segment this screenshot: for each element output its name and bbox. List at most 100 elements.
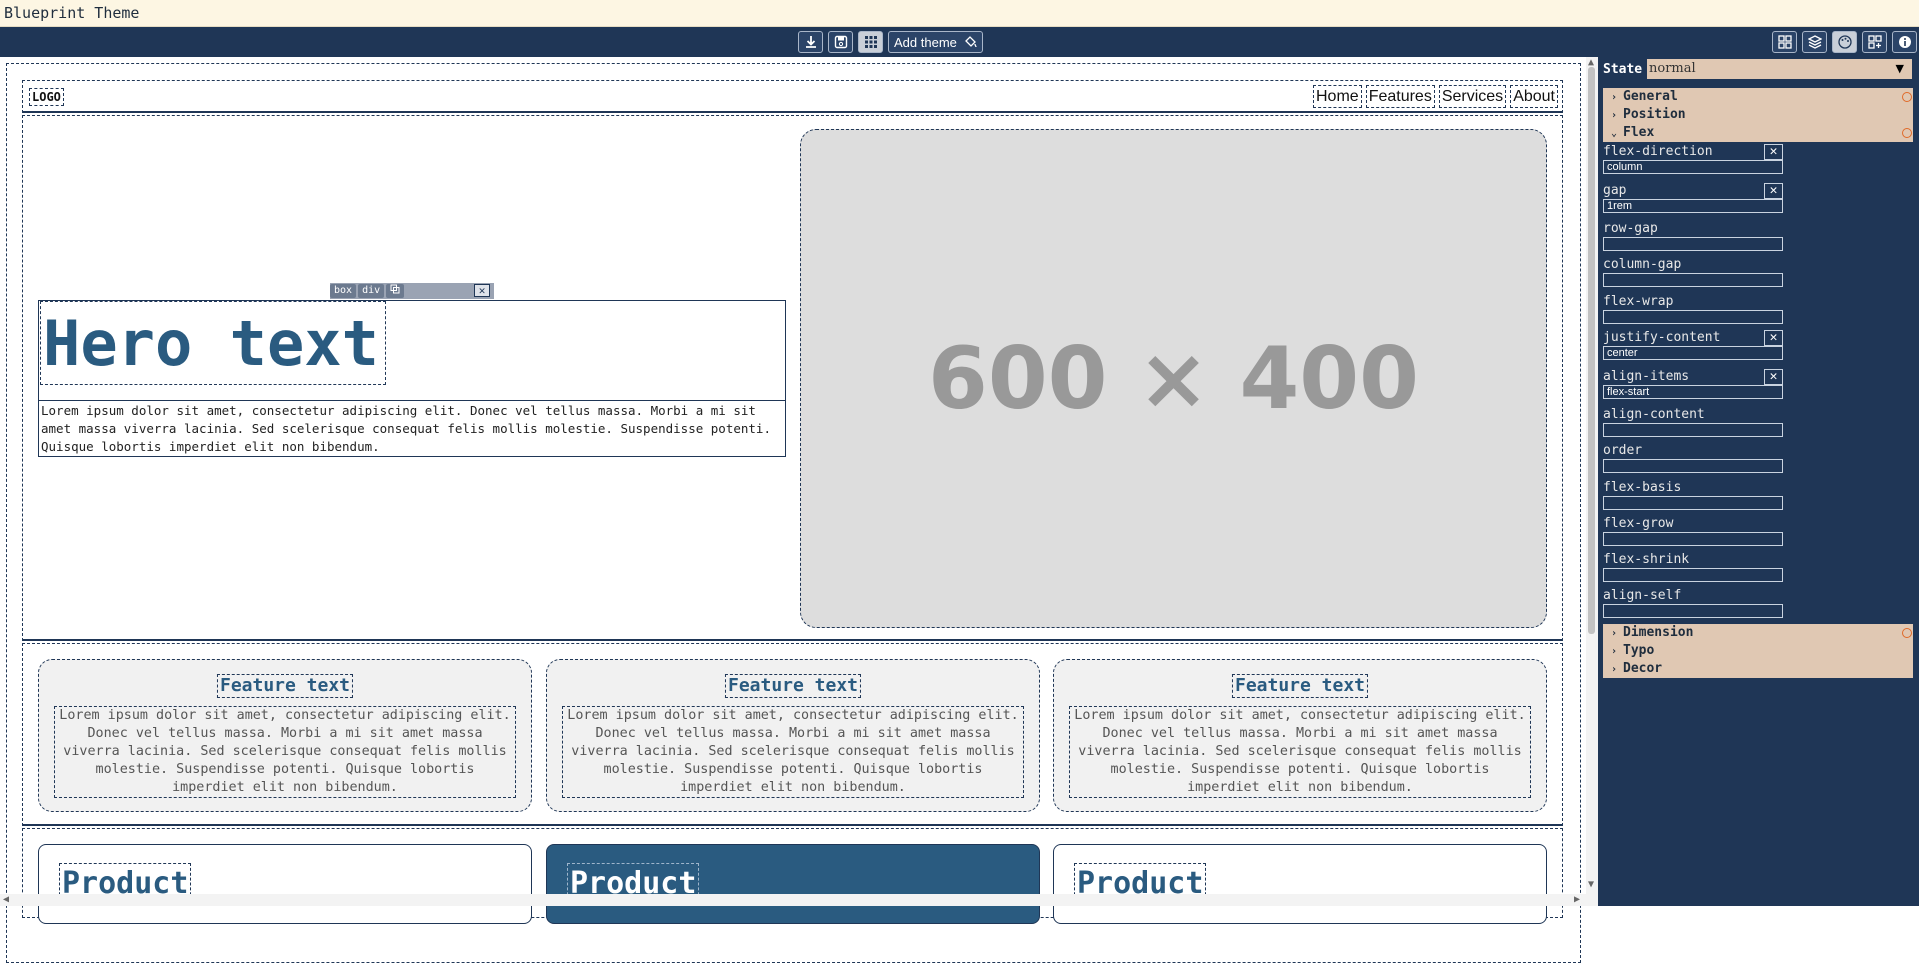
prop-gap: gap 1rem ✕ bbox=[1603, 183, 1783, 213]
hero-text-box[interactable]: Hero text Lorem ipsum dolor sit amet, co… bbox=[38, 300, 786, 457]
section-flex-label: Flex bbox=[1623, 125, 1655, 140]
close-icon[interactable]: ✕ bbox=[474, 284, 490, 297]
modified-dot-icon bbox=[1902, 128, 1912, 138]
feature-title[interactable]: Feature text bbox=[724, 674, 862, 698]
prop-align-items: align-items flex-start ✕ bbox=[1603, 369, 1783, 399]
palette-icon[interactable] bbox=[1832, 31, 1857, 53]
site-logo[interactable]: LOGO bbox=[29, 88, 64, 106]
prop-flex-shrink: flex-shrink bbox=[1603, 552, 1783, 582]
prop-input[interactable] bbox=[1603, 310, 1783, 324]
section-position-label: Position bbox=[1623, 107, 1686, 122]
clear-icon[interactable]: ✕ bbox=[1764, 369, 1783, 385]
chevron-down-icon: ▼ bbox=[1895, 62, 1904, 75]
chevron-right-icon: › bbox=[1611, 628, 1618, 639]
prop-align-self: align-self bbox=[1603, 588, 1783, 618]
scroll-left-icon[interactable]: ◀ bbox=[3, 895, 9, 905]
hero-image-placeholder[interactable]: 600 × 400 bbox=[800, 129, 1547, 628]
nav-home[interactable]: Home bbox=[1313, 85, 1362, 108]
prop-input[interactable] bbox=[1603, 459, 1783, 473]
site-header[interactable]: LOGO Home Features Services About bbox=[22, 80, 1563, 113]
feature-description[interactable]: Lorem ipsum dolor sit amet, consectetur … bbox=[1069, 706, 1531, 798]
layout-icon[interactable] bbox=[1772, 31, 1797, 53]
info-icon[interactable] bbox=[1892, 31, 1917, 53]
state-label: State bbox=[1603, 62, 1643, 77]
scrollbar-thumb[interactable] bbox=[1588, 67, 1595, 634]
prop-order: order bbox=[1603, 443, 1783, 473]
prop-label: flex-grow bbox=[1603, 516, 1674, 531]
prop-input[interactable] bbox=[1603, 532, 1783, 546]
duplicate-icon[interactable] bbox=[386, 284, 405, 298]
prop-label: flex-shrink bbox=[1603, 552, 1690, 567]
add-theme-button[interactable]: Add theme bbox=[888, 31, 983, 53]
prop-label: align-items bbox=[1603, 369, 1690, 384]
nav-services[interactable]: Services bbox=[1438, 85, 1507, 108]
prop-input[interactable]: flex-start bbox=[1603, 385, 1783, 399]
prop-flex-wrap: flex-wrap bbox=[1603, 294, 1783, 324]
section-dimension-label: Dimension bbox=[1623, 625, 1694, 640]
hero-description[interactable]: Lorem ipsum dolor sit amet, consectetur … bbox=[39, 400, 785, 457]
prop-label: flex-wrap bbox=[1603, 294, 1674, 309]
section-decor-label: Decor bbox=[1623, 661, 1663, 676]
prop-input[interactable] bbox=[1603, 273, 1783, 287]
nav-features[interactable]: Features bbox=[1365, 85, 1435, 108]
window-title: Blueprint Theme bbox=[0, 0, 1919, 27]
scroll-up-icon[interactable]: ▲ bbox=[1588, 58, 1594, 68]
section-flex[interactable]: ⌄ Flex bbox=[1603, 124, 1913, 142]
feature-card[interactable]: Feature text Lorem ipsum dolor sit amet,… bbox=[38, 659, 532, 812]
chevron-right-icon: › bbox=[1611, 664, 1618, 675]
section-position[interactable]: › Position bbox=[1603, 106, 1913, 124]
grid-icon[interactable] bbox=[858, 31, 883, 53]
scroll-down-icon[interactable]: ▼ bbox=[1588, 880, 1594, 890]
canvas-vertical-scrollbar[interactable] bbox=[1586, 57, 1598, 894]
prop-label: row-gap bbox=[1603, 221, 1658, 236]
prop-flex-grow: flex-grow bbox=[1603, 516, 1783, 546]
prop-input[interactable] bbox=[1603, 237, 1783, 251]
feature-description[interactable]: Lorem ipsum dolor sit amet, consectetur … bbox=[562, 706, 1024, 798]
prop-flex-direction: flex-direction column ✕ bbox=[1603, 144, 1783, 174]
prop-input[interactable] bbox=[1603, 496, 1783, 510]
chevron-right-icon: › bbox=[1611, 92, 1618, 103]
layers-icon[interactable] bbox=[1802, 31, 1827, 53]
nav-about[interactable]: About bbox=[1510, 85, 1558, 108]
selection-chip-div[interactable]: div bbox=[358, 284, 385, 298]
prop-input[interactable]: center bbox=[1603, 346, 1783, 360]
add-theme-label: Add theme bbox=[894, 34, 957, 50]
feature-title[interactable]: Feature text bbox=[216, 674, 354, 698]
hero-title[interactable]: Hero text bbox=[40, 301, 386, 385]
chevron-right-icon: › bbox=[1611, 110, 1618, 121]
prop-input[interactable]: column bbox=[1603, 160, 1783, 174]
scroll-right-icon[interactable]: ▶ bbox=[1574, 895, 1580, 905]
download-icon[interactable] bbox=[798, 31, 823, 53]
add-block-icon[interactable] bbox=[1862, 31, 1887, 53]
prop-justify-content: justify-content center ✕ bbox=[1603, 330, 1783, 360]
prop-label: order bbox=[1603, 443, 1643, 458]
clear-icon[interactable]: ✕ bbox=[1764, 330, 1783, 346]
section-decor[interactable]: › Decor bbox=[1603, 660, 1913, 678]
state-select[interactable]: normal ▼ bbox=[1647, 59, 1912, 79]
feature-description[interactable]: Lorem ipsum dolor sit amet, consectetur … bbox=[54, 706, 516, 798]
section-dimension[interactable]: › Dimension bbox=[1603, 624, 1913, 642]
section-general[interactable]: › General bbox=[1603, 88, 1913, 106]
prop-input[interactable] bbox=[1603, 568, 1783, 582]
prop-input[interactable] bbox=[1603, 604, 1783, 618]
clear-icon[interactable]: ✕ bbox=[1764, 144, 1783, 160]
canvas-horizontal-scrollbar[interactable] bbox=[0, 894, 1598, 906]
prop-row-gap: row-gap bbox=[1603, 221, 1783, 251]
section-general-label: General bbox=[1623, 89, 1678, 104]
section-typo[interactable]: › Typo bbox=[1603, 642, 1913, 660]
product-card[interactable]: Product bbox=[38, 844, 532, 924]
feature-title[interactable]: Feature text bbox=[1231, 674, 1369, 698]
clear-icon[interactable]: ✕ bbox=[1764, 183, 1783, 199]
state-select-value: normal bbox=[1649, 61, 1696, 76]
modified-dot-icon bbox=[1902, 92, 1912, 102]
product-card-highlighted[interactable]: Product bbox=[546, 844, 1040, 924]
product-card[interactable]: Product bbox=[1053, 844, 1547, 924]
site-nav: Home Features Services About bbox=[1313, 85, 1558, 108]
prop-input[interactable] bbox=[1603, 423, 1783, 437]
selection-chip-box[interactable]: box bbox=[330, 284, 357, 298]
toolbar: Add theme bbox=[0, 27, 1919, 57]
prop-input[interactable]: 1rem bbox=[1603, 199, 1783, 213]
feature-card[interactable]: Feature text Lorem ipsum dolor sit amet,… bbox=[546, 659, 1040, 812]
save-icon[interactable] bbox=[828, 31, 853, 53]
feature-card[interactable]: Feature text Lorem ipsum dolor sit amet,… bbox=[1053, 659, 1547, 812]
